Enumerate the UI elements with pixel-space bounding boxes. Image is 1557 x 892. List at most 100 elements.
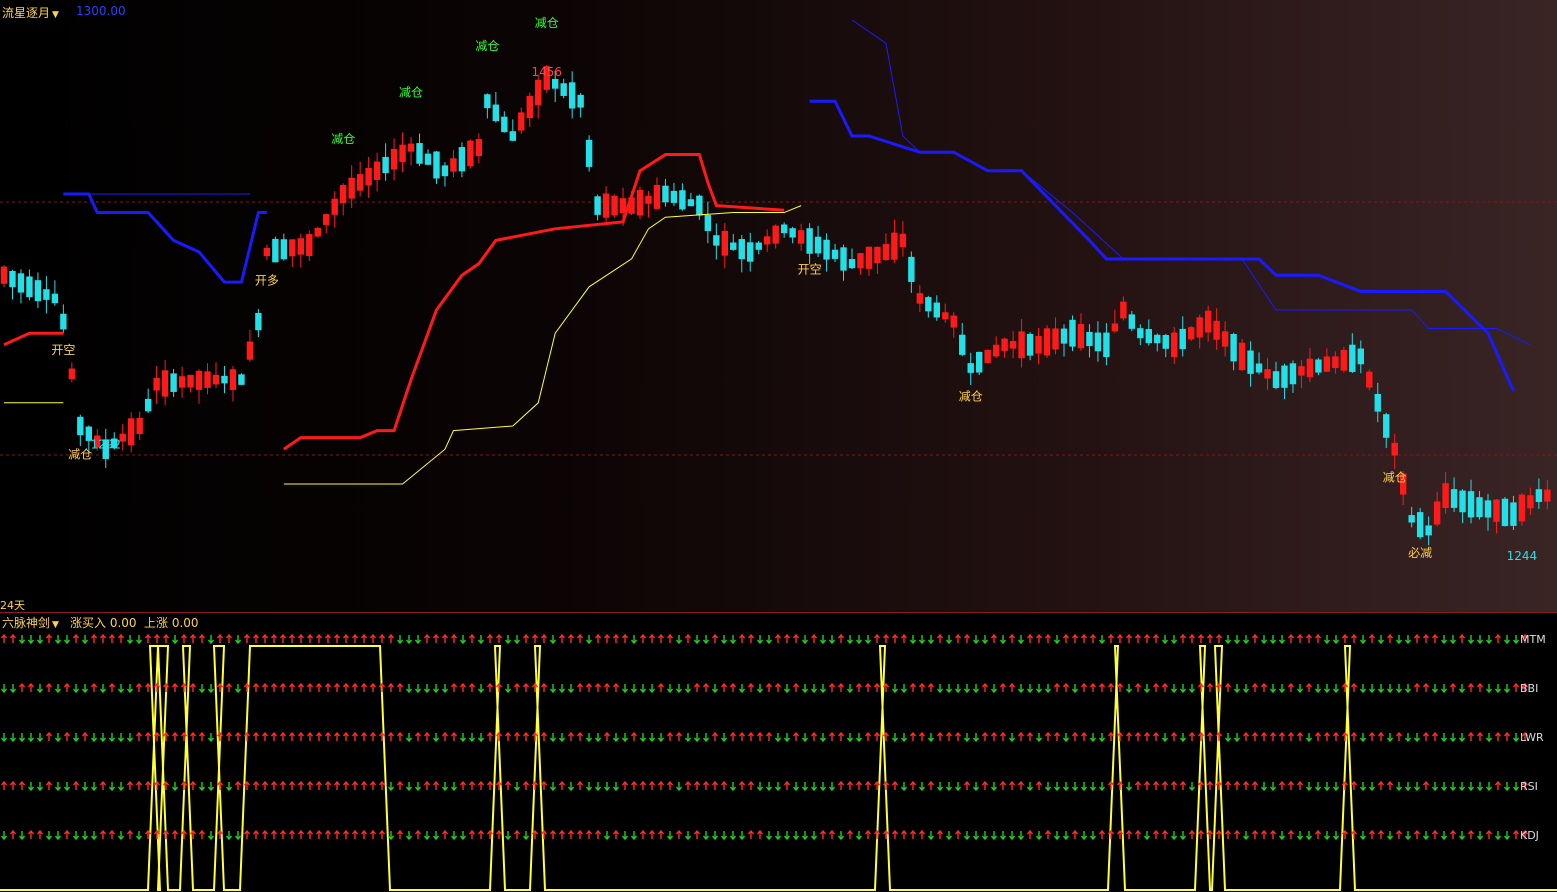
- arrow-up-icon: [891, 780, 899, 790]
- arrow-down-icon: [684, 831, 692, 841]
- arrow-down-icon: [387, 831, 395, 841]
- arrow-up-icon: [1134, 780, 1142, 790]
- arrow-down-icon: [1089, 782, 1097, 792]
- arrow-down-icon: [234, 635, 242, 645]
- arrow-up-icon: [270, 633, 278, 643]
- arrow-down-icon: [945, 684, 953, 694]
- arrow-up-icon: [1152, 633, 1160, 643]
- arrow-up-icon: [531, 633, 539, 643]
- arrow-down-icon: [846, 635, 854, 645]
- arrow-up-icon: [909, 780, 917, 790]
- arrow-up-icon: [747, 829, 755, 839]
- arrow-up-icon: [1116, 633, 1124, 643]
- arrow-up-icon: [1035, 780, 1043, 790]
- arrow-down-icon: [1179, 684, 1187, 694]
- arrow-down-icon: [405, 831, 413, 841]
- arrow-up-icon: [1062, 682, 1070, 692]
- arrow-up-icon: [999, 682, 1007, 692]
- arrow-up-icon: [297, 731, 305, 741]
- arrow-down-icon: [459, 831, 467, 841]
- arrow-down-icon: [1404, 782, 1412, 792]
- arrow-up-icon: [9, 633, 17, 643]
- arrow-down-icon: [1278, 635, 1286, 645]
- arrow-up-icon: [1080, 682, 1088, 692]
- arrow-down-icon: [810, 831, 818, 841]
- arrow-up-icon: [1152, 780, 1160, 790]
- arrow-down-icon: [504, 635, 512, 645]
- arrow-up-icon: [477, 780, 485, 790]
- arrow-up-icon: [738, 731, 746, 741]
- arrow-up-icon: [1134, 731, 1142, 741]
- arrow-up-icon: [603, 682, 611, 692]
- main-indicator-title[interactable]: 流星逐月 ▼: [2, 4, 59, 21]
- arrow-up-icon: [171, 682, 179, 692]
- arrow-down-icon: [126, 684, 134, 694]
- arrow-down-icon: [594, 733, 602, 743]
- arrow-up-icon: [684, 633, 692, 643]
- arrow-up-icon: [648, 780, 656, 790]
- arrow-down-icon: [513, 782, 521, 792]
- arrow-up-icon: [1269, 731, 1277, 741]
- arrow-down-icon: [648, 684, 656, 694]
- arrow-down-icon: [1431, 782, 1439, 792]
- arrow-up-icon: [486, 682, 494, 692]
- arrow-up-icon: [1431, 731, 1439, 741]
- arrow-down-icon: [549, 635, 557, 645]
- arrow-down-icon: [54, 831, 62, 841]
- chevron-down-icon[interactable]: ▼: [52, 10, 59, 20]
- arrow-down-icon: [1422, 831, 1430, 841]
- arrow-down-icon: [1080, 782, 1088, 792]
- arrow-up-icon: [657, 780, 665, 790]
- arrow-up-icon: [522, 731, 530, 741]
- arrow-down-icon: [630, 684, 638, 694]
- arrow-up-icon: [396, 682, 404, 692]
- arrow-down-icon: [63, 782, 71, 792]
- sub-indicator-title[interactable]: 六脉神剑 ▼: [2, 614, 59, 631]
- arrow-up-icon: [729, 731, 737, 741]
- arrow-down-icon: [684, 684, 692, 694]
- arrow-down-icon: [585, 635, 593, 645]
- arrow-up-icon: [1413, 829, 1421, 839]
- arrow-down-icon: [396, 635, 404, 645]
- arrow-down-icon: [450, 782, 458, 792]
- arrow-up-icon: [855, 682, 863, 692]
- arrow-up-icon: [585, 682, 593, 692]
- arrow-down-icon: [81, 635, 89, 645]
- arrow-up-icon: [288, 682, 296, 692]
- arrow-up-icon: [909, 682, 917, 692]
- arrow-up-icon: [198, 731, 206, 741]
- arrow-up-icon: [648, 633, 656, 643]
- arrow-down-icon: [918, 635, 926, 645]
- arrow-up-icon: [1395, 731, 1403, 741]
- arrow-up-icon: [1161, 780, 1169, 790]
- arrow-down-icon: [999, 831, 1007, 841]
- indicator-label: BBI: [1520, 682, 1538, 695]
- arrow-up-icon: [468, 682, 476, 692]
- arrow-up-icon: [999, 731, 1007, 741]
- arrow-down-icon: [1458, 831, 1466, 841]
- chevron-down-icon[interactable]: ▼: [52, 620, 59, 630]
- arrow-down-icon: [1359, 831, 1367, 841]
- arrow-up-icon: [873, 682, 881, 692]
- arrow-up-icon: [864, 780, 872, 790]
- arrow-up-icon: [135, 682, 143, 692]
- arrow-up-icon: [918, 829, 926, 839]
- arrow-up-icon: [18, 682, 26, 692]
- arrow-down-icon: [1296, 831, 1304, 841]
- arrow-up-icon: [1350, 633, 1358, 643]
- arrow-down-icon: [801, 831, 809, 841]
- arrow-up-icon: [864, 829, 872, 839]
- arrow-down-icon: [738, 684, 746, 694]
- arrow-up-icon: [414, 829, 422, 839]
- arrow-up-icon: [1134, 633, 1142, 643]
- arrow-up-icon: [981, 780, 989, 790]
- arrow-down-icon: [1485, 733, 1493, 743]
- arrow-down-icon: [1359, 684, 1367, 694]
- arrow-down-icon: [1062, 733, 1070, 743]
- arrow-up-icon: [1098, 829, 1106, 839]
- arrow-up-icon: [45, 731, 53, 741]
- arrow-down-icon: [45, 831, 53, 841]
- arrow-down-icon: [27, 782, 35, 792]
- arrow-down-icon: [1233, 733, 1241, 743]
- arrow-down-icon: [207, 831, 215, 841]
